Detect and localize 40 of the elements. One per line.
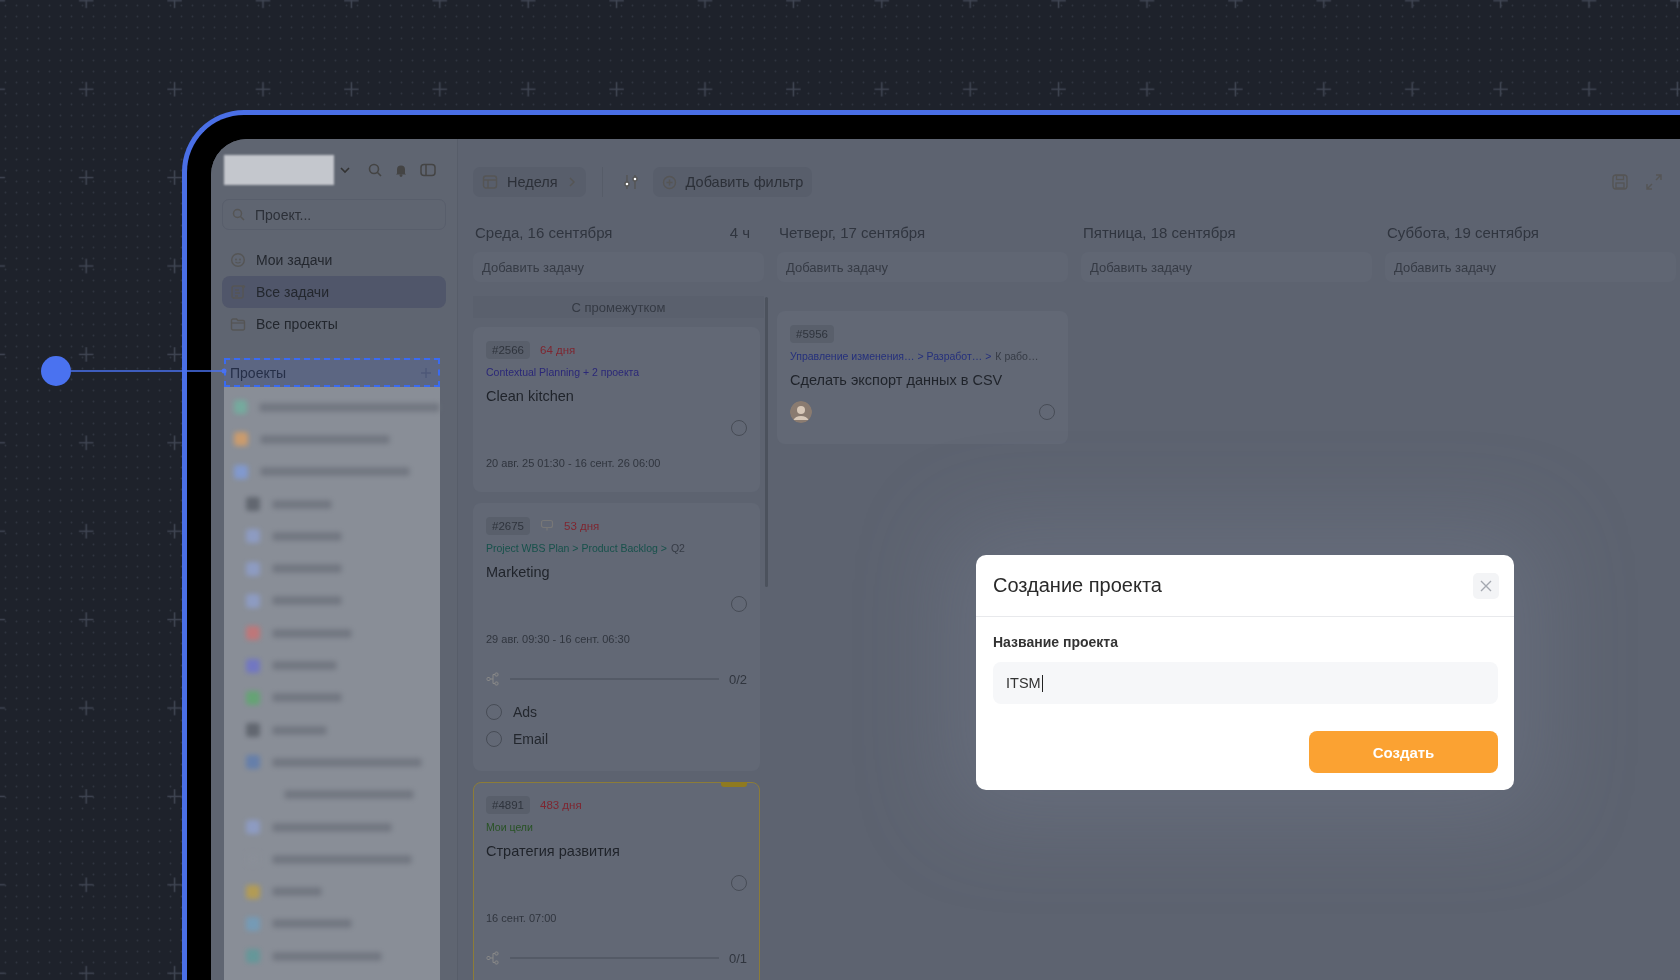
project-path[interactable]: Управление изменения… > Разработ… > — [790, 350, 992, 364]
project-path[interactable]: Project WBS Plan > Product Backlog > — [486, 542, 667, 556]
subtask-count: 0/1 — [728, 950, 747, 966]
overdue-label: 483 дня — [540, 799, 582, 811]
overdue-label: 53 дня — [564, 520, 600, 532]
close-button[interactable] — [1473, 572, 1499, 599]
project-path[interactable]: Contextual Planning + 2 проекта — [486, 366, 640, 380]
section-title: Проекты — [230, 364, 287, 381]
task-title: Сделать экспорт данных в CSV — [790, 371, 1004, 390]
nav-item[interactable]: Все проекты — [222, 308, 446, 340]
marker-tab — [721, 782, 747, 787]
subtask-label: Ads — [513, 704, 538, 720]
marker-dot — [41, 356, 71, 386]
save-icon[interactable] — [1611, 173, 1629, 191]
modal-title: Создание проекта — [993, 574, 1162, 597]
chevron-down-icon[interactable] — [339, 164, 351, 176]
nav-item[interactable]: Мои задачи — [222, 244, 446, 276]
search-icon — [232, 208, 245, 221]
task-title: Стратегия развития — [486, 842, 621, 861]
project-path[interactable]: Мои цели — [486, 821, 533, 835]
bell-icon[interactable] — [394, 163, 408, 177]
sliders-icon[interactable] — [621, 173, 640, 191]
subtask-label: Email — [513, 731, 548, 747]
nav-item[interactable]: Все задачи — [222, 276, 446, 308]
overdue-label: 64 дня — [540, 344, 576, 356]
subtasks-icon — [486, 672, 500, 686]
task-title: Clean kitchen — [486, 387, 575, 406]
expand-icon[interactable] — [1645, 173, 1663, 191]
sidebar-toggle-icon[interactable] — [420, 163, 436, 177]
search-placeholder: Проект... — [255, 206, 312, 223]
text-field[interactable]: ITSM — [993, 662, 1498, 704]
subtasks-icon — [486, 951, 500, 965]
close-icon — [1479, 578, 1493, 593]
task-title: Marketing — [486, 563, 551, 582]
smiley-icon — [230, 252, 246, 268]
search-field[interactable]: Проект... — [222, 199, 446, 230]
folder-icon — [230, 316, 246, 332]
field-label: Название проекта — [993, 634, 1119, 652]
create-button[interactable]: Создать — [1309, 731, 1498, 773]
search-icon[interactable] — [368, 163, 382, 177]
